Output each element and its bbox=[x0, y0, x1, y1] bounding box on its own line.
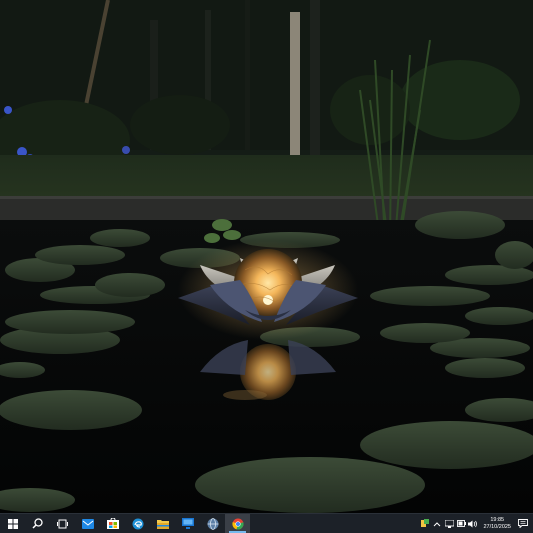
taskbar: 19:85 27/10/2025 bbox=[0, 513, 533, 533]
search-icon bbox=[32, 518, 43, 529]
taskbar-app-remote-desktop[interactable] bbox=[175, 514, 200, 533]
task-view-button[interactable] bbox=[50, 514, 75, 533]
chrome-app-icon bbox=[231, 518, 244, 530]
clock[interactable]: 19:85 27/10/2025 bbox=[479, 514, 515, 533]
remote-desktop-icon bbox=[181, 518, 194, 529]
notification-icon bbox=[518, 519, 528, 528]
clock-time: 19:85 bbox=[490, 516, 505, 523]
taskbar-app-chrome[interactable] bbox=[225, 514, 250, 533]
globe-app-icon bbox=[207, 517, 218, 530]
mail-app-icon bbox=[81, 518, 94, 529]
taskbar-app-file-explorer[interactable] bbox=[150, 514, 175, 533]
taskbar-app-store[interactable] bbox=[100, 514, 125, 533]
store-app-icon bbox=[106, 518, 119, 529]
taskbar-app-globe[interactable] bbox=[200, 514, 225, 533]
start-button[interactable] bbox=[0, 514, 25, 533]
edge-app-icon bbox=[132, 518, 143, 529]
file-explorer-icon bbox=[156, 519, 169, 529]
desktop: 19:85 27/10/2025 bbox=[0, 0, 533, 533]
notification-button[interactable] bbox=[515, 514, 531, 533]
desktop-wallpaper bbox=[0, 0, 533, 513]
system-tray: 19:85 27/10/2025 bbox=[419, 514, 533, 533]
battery-icon[interactable] bbox=[455, 514, 467, 533]
taskbar-app-edge[interactable] bbox=[125, 514, 150, 533]
chevron-up-icon[interactable] bbox=[431, 514, 443, 533]
windows-logo-icon bbox=[7, 518, 18, 529]
taskbar-app-mail[interactable] bbox=[75, 514, 100, 533]
search-button[interactable] bbox=[25, 514, 50, 533]
network-icon[interactable] bbox=[443, 514, 455, 533]
task-view-icon bbox=[57, 519, 68, 528]
app-tray-icon[interactable] bbox=[419, 514, 431, 533]
clock-date: 27/10/2025 bbox=[483, 523, 511, 530]
volume-icon[interactable] bbox=[467, 514, 479, 533]
